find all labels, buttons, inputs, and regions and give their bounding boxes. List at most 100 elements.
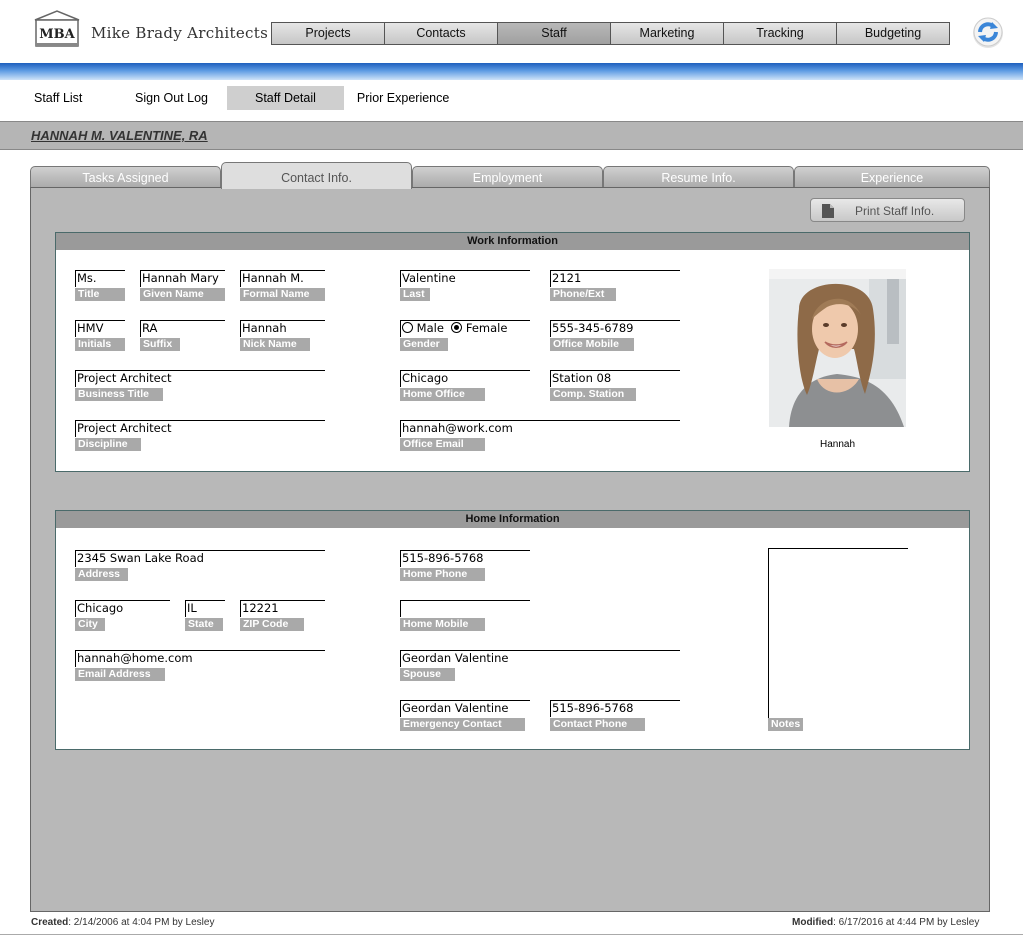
nav-projects[interactable]: Projects [271, 22, 385, 45]
address-label: Address [75, 568, 128, 581]
home-mobile-input[interactable] [400, 600, 530, 617]
staff-name-banner: HANNAH M. VALENTINE, RA [0, 121, 1023, 150]
nav-marketing[interactable]: Marketing [610, 22, 724, 45]
city-label: City [75, 618, 105, 631]
gender-field: Male Female Gender [400, 320, 530, 351]
comp-station-field: Station 08 Comp. Station [550, 370, 680, 401]
subnav-prior-experience[interactable]: Prior Experience [344, 86, 462, 110]
state-field: IL State [185, 600, 225, 631]
title-input[interactable]: Ms. [75, 270, 125, 287]
main-nav: Projects Contacts Staff Marketing Tracki… [271, 22, 950, 45]
given-name-field: Hannah Mary Given Name [140, 270, 225, 301]
address-field: 2345 Swan Lake Road Address [75, 550, 325, 581]
phone-ext-field: 2121 Phone/Ext [550, 270, 680, 301]
subnav-staff-list[interactable]: Staff List [21, 86, 122, 110]
home-mobile-field: Home Mobile [400, 600, 530, 631]
office-mobile-field: 555-345-6789 Office Mobile [550, 320, 680, 351]
given-name-input[interactable]: Hannah Mary [140, 270, 225, 287]
formal-name-label: Formal Name [240, 288, 325, 301]
subnav-sign-out-log[interactable]: Sign Out Log [122, 86, 227, 110]
home-section-header: Home Information [56, 511, 969, 528]
comp-station-label: Comp. Station [550, 388, 636, 401]
state-label: State [185, 618, 223, 631]
modified-value: : 6/17/2016 at 4:44 PM by Lesley [833, 917, 980, 928]
app-title: Mike Brady Architects [91, 24, 269, 42]
formal-name-input[interactable]: Hannah M. [240, 270, 325, 287]
tab-bar: Tasks Assigned Employment Resume Info. E… [30, 162, 990, 189]
nav-contacts[interactable]: Contacts [384, 22, 498, 45]
home-office-input[interactable]: Chicago [400, 370, 530, 387]
city-input[interactable]: Chicago [75, 600, 170, 617]
email-address-input[interactable]: hannah@home.com [75, 650, 325, 667]
notes-textarea[interactable] [768, 548, 908, 718]
discipline-input[interactable]: Project Architect [75, 420, 325, 437]
business-title-field: Project Architect Business Title [75, 370, 325, 401]
male-radio[interactable] [402, 322, 413, 333]
created-label: Created [31, 917, 69, 928]
created-value: : 2/14/2006 at 4:04 PM by Lesley [68, 917, 215, 928]
last-name-input[interactable]: Valentine [400, 270, 530, 287]
nick-name-input[interactable]: Hannah [240, 320, 325, 337]
office-email-label: Office Email [400, 438, 485, 451]
document-icon [822, 204, 834, 218]
business-title-label: Business Title [75, 388, 163, 401]
header-accent-bar [0, 63, 1023, 80]
tab-experience[interactable]: Experience [794, 166, 990, 188]
suffix-label: Suffix [140, 338, 180, 351]
zip-input[interactable]: 12221 [240, 600, 325, 617]
emergency-contact-field: Geordan Valentine Emergency Contact [400, 700, 530, 731]
subnav-staff-detail[interactable]: Staff Detail [227, 86, 344, 110]
initials-input[interactable]: HMV [75, 320, 125, 337]
home-office-field: Chicago Home Office [400, 370, 530, 401]
comp-station-input[interactable]: Station 08 [550, 370, 680, 387]
contact-phone-label: Contact Phone [550, 718, 645, 731]
business-title-input[interactable]: Project Architect [75, 370, 325, 387]
title-field: Ms. Title [75, 270, 125, 301]
phone-ext-input[interactable]: 2121 [550, 270, 680, 287]
home-office-label: Home Office [400, 388, 485, 401]
suffix-input[interactable]: RA [140, 320, 225, 337]
last-name-label: Last [400, 288, 430, 301]
modified-label: Modified [792, 917, 834, 928]
staff-photo[interactable] [769, 269, 906, 427]
emergency-contact-input[interactable]: Geordan Valentine [400, 700, 530, 717]
modified-info: Modified: 6/17/2016 at 4:44 PM by Lesley [792, 917, 979, 928]
home-phone-input[interactable]: 515-896-5768 [400, 550, 530, 567]
office-mobile-input[interactable]: 555-345-6789 [550, 320, 680, 337]
work-section-header: Work Information [56, 233, 969, 250]
refresh-icon[interactable] [971, 15, 1005, 49]
state-input[interactable]: IL [185, 600, 225, 617]
staff-name[interactable]: HANNAH M. VALENTINE, RA [31, 128, 208, 143]
print-staff-info-button[interactable]: Print Staff Info. [810, 198, 965, 222]
nav-tracking[interactable]: Tracking [723, 22, 837, 45]
female-radio[interactable] [451, 322, 463, 333]
female-label: Female [465, 321, 508, 335]
tab-tasks-assigned[interactable]: Tasks Assigned [30, 166, 221, 188]
home-phone-label: Home Phone [400, 568, 485, 581]
tab-contact-info[interactable]: Contact Info. [221, 162, 412, 189]
office-email-input[interactable]: hannah@work.com [400, 420, 680, 437]
discipline-label: Discipline [75, 438, 141, 451]
spouse-input[interactable]: Geordan Valentine [400, 650, 680, 667]
sub-nav: Staff List Sign Out Log Staff Detail Pri… [21, 86, 462, 110]
tab-employment[interactable]: Employment [412, 166, 603, 188]
zip-field: 12221 ZIP Code [240, 600, 325, 631]
formal-name-field: Hannah M. Formal Name [240, 270, 325, 301]
nav-budgeting[interactable]: Budgeting [836, 22, 950, 45]
office-mobile-label: Office Mobile [550, 338, 634, 351]
notes-label: Notes [768, 718, 804, 731]
suffix-field: RA Suffix [140, 320, 225, 351]
initials-field: HMV Initials [75, 320, 125, 351]
tab-resume-info[interactable]: Resume Info. [603, 166, 794, 188]
email-address-field: hannah@home.com Email Address [75, 650, 325, 681]
created-info: Created: 2/14/2006 at 4:04 PM by Lesley [31, 917, 214, 928]
nav-staff[interactable]: Staff [497, 22, 611, 45]
male-label: Male [416, 321, 444, 335]
address-input[interactable]: 2345 Swan Lake Road [75, 550, 325, 567]
footer-divider [0, 934, 1023, 935]
zip-label: ZIP Code [240, 618, 304, 631]
contact-phone-input[interactable]: 515-896-5768 [550, 700, 680, 717]
nick-name-label: Nick Name [240, 338, 310, 351]
discipline-field: Project Architect Discipline [75, 420, 325, 451]
last-name-field: Valentine Last [400, 270, 530, 301]
